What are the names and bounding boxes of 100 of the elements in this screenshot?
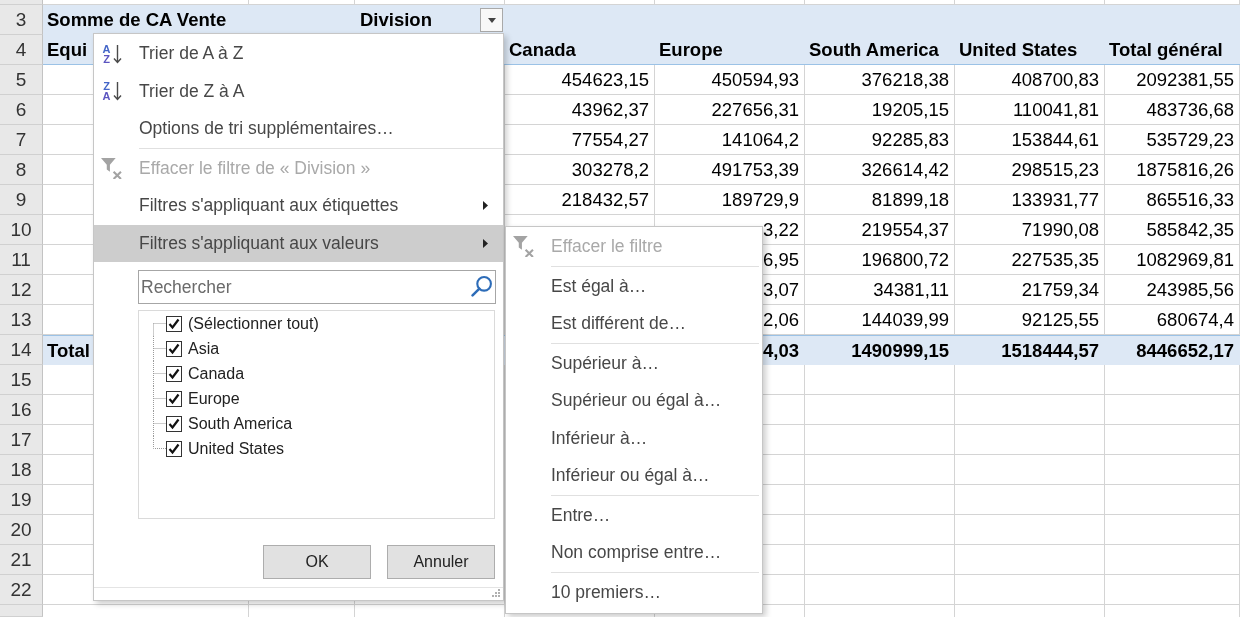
- menu-item[interactable]: 10 premiers…: [506, 573, 762, 611]
- row-header: 13: [0, 305, 43, 335]
- menu-item[interactable]: Supérieur à…: [506, 344, 762, 382]
- row-header: 6: [0, 95, 43, 125]
- amount-value: 218432,57: [561, 189, 649, 211]
- menu-item[interactable]: Est différent de…: [506, 305, 762, 343]
- amount-value: 3,07: [763, 279, 799, 301]
- checkbox[interactable]: [166, 315, 182, 332]
- menu-item[interactable]: Supérieur ou égal à…: [506, 382, 762, 420]
- amount-value: 535729,23: [1146, 129, 1234, 151]
- resize-grip-icon[interactable]: [492, 589, 500, 597]
- row-header: 18: [0, 455, 43, 485]
- amount-value: 6,95: [763, 249, 799, 271]
- value-option[interactable]: Canada: [153, 361, 245, 386]
- checkbox[interactable]: [166, 415, 182, 432]
- row-header: 7: [0, 125, 43, 155]
- menu-item[interactable]: Non comprise entre…: [506, 534, 762, 572]
- value-option[interactable]: (Sélectionner tout): [153, 311, 319, 336]
- value-option[interactable]: United States: [153, 436, 285, 461]
- amount-value: 34381,11: [873, 279, 949, 301]
- menu-item[interactable]: Entre…: [506, 496, 762, 534]
- menu-item[interactable]: Inférieur à…: [506, 419, 762, 457]
- filter-dropdown-button[interactable]: [480, 8, 503, 32]
- caret-icon: [487, 17, 496, 23]
- row-header: 3: [0, 5, 43, 35]
- amount-value: 1082969,81: [1136, 249, 1234, 271]
- column-header: South America: [809, 38, 939, 61]
- amount-value: 189729,9: [721, 189, 799, 211]
- row-header: 21: [0, 545, 43, 575]
- checkbox[interactable]: [166, 365, 182, 382]
- row-header: 16: [0, 395, 43, 425]
- column-field-label: Division: [360, 9, 432, 31]
- search-field[interactable]: Rechercher: [138, 270, 496, 304]
- menu-item[interactable]: Inférieur ou égal à…: [506, 457, 762, 495]
- row-header: 10: [0, 215, 43, 245]
- menu-item[interactable]: Z A Trier de Z à A: [94, 72, 503, 110]
- clear-filter-icon: [101, 157, 122, 179]
- row-header: 19: [0, 485, 43, 515]
- submenu-arrow-icon: [483, 238, 488, 248]
- row-header: 14: [0, 335, 43, 365]
- amount-value: 680674,4: [1156, 309, 1234, 331]
- amount-value: 243985,56: [1146, 279, 1234, 301]
- amount-value: 454623,15: [561, 69, 649, 91]
- amount-value: 2,06: [763, 309, 799, 331]
- amount-value: 298515,23: [1011, 159, 1099, 181]
- total-value: 1490999,15: [851, 339, 949, 362]
- column-header: United States: [959, 38, 1078, 61]
- amount-value: 2092381,55: [1136, 69, 1234, 91]
- menu-item[interactable]: Filtres s'appliquant aux valeurs: [94, 224, 503, 262]
- menu-item[interactable]: Est égal à…: [506, 267, 762, 305]
- column-header: Canada: [509, 38, 576, 61]
- amount-value: 585842,35: [1146, 219, 1234, 241]
- amount-value: 144039,99: [861, 309, 949, 331]
- amount-value: 71990,08: [1021, 219, 1099, 241]
- menu-item[interactable]: Filtres s'appliquant aux étiquettes: [94, 187, 503, 225]
- row-header: 11: [0, 245, 43, 275]
- amount-value: 303278,2: [571, 159, 649, 181]
- checkbox[interactable]: [166, 440, 182, 457]
- total-value: 1518444,57: [1001, 339, 1099, 362]
- amount-value: 141064,2: [721, 129, 799, 151]
- menu-item[interactable]: Options de tri supplémentaires…: [94, 110, 503, 148]
- submenu-arrow-icon: [483, 201, 488, 211]
- amount-value: 3,22: [763, 219, 799, 241]
- dialog-button[interactable]: Annuler: [387, 545, 495, 579]
- amount-value: 133931,77: [1011, 189, 1099, 211]
- row-header: 12: [0, 275, 43, 305]
- value-option[interactable]: Asia: [153, 336, 220, 361]
- amount-value: 21759,34: [1021, 279, 1099, 301]
- amount-value: 43962,37: [571, 99, 649, 121]
- amount-value: 81899,18: [871, 189, 949, 211]
- checkbox[interactable]: [166, 340, 182, 357]
- row-header: 9: [0, 185, 43, 215]
- column-header: Total général: [1109, 38, 1223, 61]
- row-header: 17: [0, 425, 43, 455]
- tree-line: [153, 386, 166, 411]
- total-value: 4,03: [763, 339, 799, 362]
- pivot-title: Somme de CA Vente: [47, 9, 227, 31]
- checkbox[interactable]: [166, 390, 182, 407]
- row-header: [0, 605, 43, 617]
- value-option[interactable]: South America: [153, 411, 293, 436]
- row-header: 15: [0, 365, 43, 395]
- row-header: [0, 0, 43, 5]
- row-header: 4: [0, 35, 43, 65]
- amount-value: 196800,72: [861, 249, 949, 271]
- tree-line: [153, 361, 166, 386]
- total-label: Total: [47, 339, 90, 362]
- dialog-button[interactable]: OK: [263, 545, 371, 579]
- value-option[interactable]: Europe: [153, 386, 240, 411]
- row-header: 22: [0, 575, 43, 605]
- amount-value: 92125,55: [1021, 309, 1099, 331]
- amount-value: 1875816,26: [1136, 159, 1234, 181]
- menu-item[interactable]: A Z Trier de A à Z: [94, 35, 503, 73]
- amount-value: 19205,15: [871, 99, 949, 121]
- amount-value: 153844,61: [1011, 129, 1099, 151]
- row-header: 20: [0, 515, 43, 545]
- amount-value: 227656,31: [711, 99, 799, 121]
- amount-value: 408700,83: [1011, 69, 1099, 91]
- row-field-label: Equi: [47, 38, 88, 61]
- amount-value: 219554,37: [861, 219, 949, 241]
- row-header: 8: [0, 155, 43, 185]
